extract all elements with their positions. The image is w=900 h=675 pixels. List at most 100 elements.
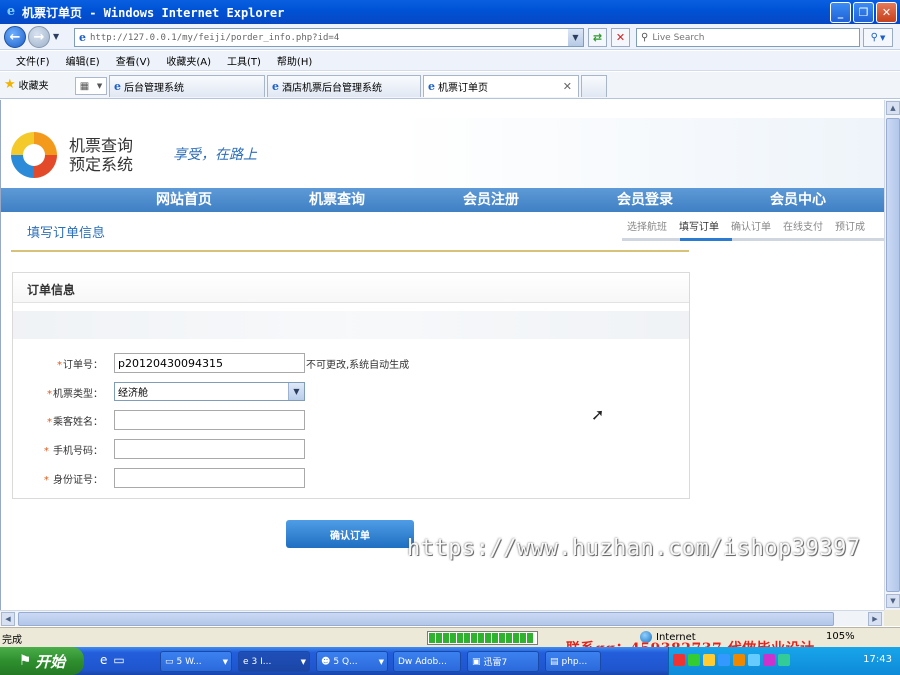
task-button[interactable]: ▤ php...: [545, 651, 601, 672]
tray-app-icon[interactable]: [718, 654, 730, 666]
scroll-corner: [884, 610, 900, 626]
task-button[interactable]: ☻ 5 Q... ▼: [316, 651, 388, 672]
scroll-right-icon[interactable]: ▶: [868, 612, 882, 626]
order-no-note: 不可更改,系统自动生成: [306, 360, 410, 371]
progress-bar: [427, 631, 538, 645]
tray-clock[interactable]: 17:43: [863, 654, 892, 665]
folder-quicklaunch-icon[interactable]: ▭: [113, 653, 124, 667]
address-bar[interactable]: e http://127.0.0.1/my/feiji/porder_info.…: [74, 28, 584, 47]
menu-view[interactable]: 查看(V): [116, 53, 151, 68]
horizontal-scroll-thumb[interactable]: [18, 612, 834, 626]
document-icon: ▤: [550, 656, 559, 667]
address-dropdown-icon[interactable]: ▼: [568, 29, 583, 46]
nav-flight-search[interactable]: 机票查询: [309, 188, 365, 212]
mouse-cursor-icon: ➚: [591, 405, 605, 424]
stop-button[interactable]: ✕: [611, 28, 630, 47]
nav-login[interactable]: 会员登录: [617, 188, 673, 212]
ie-page-icon: e: [272, 80, 279, 93]
ie-page-icon: e: [114, 80, 121, 93]
vertical-scroll-thumb[interactable]: [886, 118, 900, 592]
scroll-up-icon[interactable]: ▲: [886, 101, 900, 115]
task-button[interactable]: Dw Adob...: [393, 651, 461, 672]
qq-icon: ☻: [321, 656, 331, 667]
search-input[interactable]: [652, 32, 843, 43]
step-select-flight: 选择航班: [627, 222, 667, 233]
phone-field[interactable]: [114, 439, 305, 459]
favorites-label: 收藏夹: [18, 81, 49, 92]
logo-line-1: 机票查询: [69, 136, 134, 155]
url-text[interactable]: http://127.0.0.1/my/feiji/porder_info.ph…: [90, 33, 339, 43]
task-button[interactable]: e3 I... ▼: [238, 651, 310, 672]
ticket-type-row: *机票类型： 经济舱 ▼: [13, 382, 689, 402]
menu-favorites[interactable]: 收藏夹(A): [166, 53, 211, 68]
scroll-down-icon[interactable]: ▼: [886, 594, 900, 608]
tab-order-page[interactable]: e 机票订单页 ✕: [423, 75, 579, 97]
nav-home[interactable]: 网站首页: [156, 188, 212, 212]
phone-label: * 手机号码：: [43, 446, 103, 457]
tab-bar: ★ 收藏夹 ▦ ▼ e 后台管理系统 e 酒店机票后台管理系统 e 机票订单页 ✕: [0, 72, 900, 99]
back-button[interactable]: ←: [4, 26, 26, 48]
tab-admin[interactable]: e 后台管理系统: [109, 75, 265, 97]
favorites-button[interactable]: ★ 收藏夹: [4, 77, 49, 92]
menu-edit[interactable]: 编辑(E): [66, 53, 100, 68]
tray-app-icon[interactable]: [763, 654, 775, 666]
history-dropdown-icon[interactable]: ▼: [53, 32, 59, 41]
new-tab-button[interactable]: [581, 75, 607, 97]
tray-app-icon[interactable]: [733, 654, 745, 666]
chevron-down-icon[interactable]: ▼: [288, 383, 304, 400]
dreamweaver-icon: Dw: [398, 656, 413, 667]
step-fill-order: 填写订单: [679, 222, 719, 233]
tab-close-icon[interactable]: ✕: [563, 80, 572, 93]
nav-member-center[interactable]: 会员中心: [770, 188, 826, 212]
task-button[interactable]: ▣ 迅雷7: [467, 651, 539, 672]
page-title: 填写订单信息: [27, 226, 106, 241]
quick-tabs-button[interactable]: ▦ ▼: [75, 77, 107, 95]
zoom-level[interactable]: 105%: [826, 631, 855, 642]
order-no-field[interactable]: [114, 353, 305, 373]
menu-tools[interactable]: 工具(T): [227, 53, 261, 68]
start-button[interactable]: ⚑ 开始: [0, 647, 84, 675]
tray-app-icon[interactable]: [748, 654, 760, 666]
forward-button[interactable]: →: [28, 26, 50, 48]
menu-file[interactable]: 文件(F): [16, 53, 50, 68]
star-icon: ★: [4, 77, 16, 92]
tray-app-icon[interactable]: [688, 654, 700, 666]
step-confirm-order: 确认订单: [731, 222, 771, 233]
search-box[interactable]: ⚲: [636, 28, 860, 47]
order-no-row: *订单号： 不可更改,系统自动生成: [13, 353, 689, 373]
tray-app-icon[interactable]: [778, 654, 790, 666]
id-number-field[interactable]: [114, 468, 305, 488]
tray-app-icon[interactable]: [703, 654, 715, 666]
refresh-button[interactable]: ⇄: [588, 28, 607, 47]
maximize-button[interactable]: ❐: [853, 2, 874, 23]
confirm-order-button[interactable]: 确认订单: [286, 520, 414, 548]
close-button[interactable]: ✕: [876, 2, 897, 23]
tab-label: 后台管理系统: [124, 83, 184, 94]
minimize-button[interactable]: _: [830, 2, 851, 23]
site-logo-text: 机票查询 预定系统: [69, 136, 133, 174]
horizontal-scrollbar[interactable]: ◀ ▶: [0, 610, 884, 626]
passenger-name-field[interactable]: [114, 410, 305, 430]
window-titlebar[interactable]: e 机票订单页 - Windows Internet Explorer _ ❐ …: [0, 0, 900, 24]
ticket-type-select[interactable]: 经济舱 ▼: [114, 382, 305, 401]
steps-progress-line: [622, 238, 884, 241]
tab-hotel-admin[interactable]: e 酒店机票后台管理系统: [267, 75, 421, 97]
windows-taskbar: ⚑ 开始 e ▭ ▭ 5 W... ▼ e3 I... ▼ ☻ 5 Q... ▼ Dw Ad…: [0, 647, 900, 675]
arrow-right-icon: →: [33, 29, 45, 45]
task-button[interactable]: ▭ 5 W... ▼: [160, 651, 232, 672]
passenger-name-label: *乘客姓名：: [47, 417, 103, 428]
steps-progress-active: [680, 238, 732, 241]
vertical-scrollbar[interactable]: ▲ ▼: [884, 100, 900, 610]
watermark: https://www.huzhan.com/ishop39397: [407, 536, 861, 561]
menu-bar: 文件(F) 编辑(E) 查看(V) 收藏夹(A) 工具(T) 帮助(H): [0, 51, 900, 71]
page-viewport: 机票查询 预定系统 享受，在路上 网站首页 机票查询 会员注册 会员登录 会员中…: [0, 100, 884, 610]
search-button[interactable]: ⚲ ▼: [863, 28, 893, 47]
stop-icon: ✕: [615, 31, 626, 44]
menu-help[interactable]: 帮助(H): [277, 53, 312, 68]
panel-decor-band: [13, 311, 689, 339]
tray-app-icon[interactable]: [673, 654, 685, 666]
ie-quicklaunch-icon[interactable]: e: [100, 653, 107, 667]
nav-register[interactable]: 会员注册: [463, 188, 519, 212]
window-title: 机票订单页 - Windows Internet Explorer: [22, 5, 285, 20]
scroll-left-icon[interactable]: ◀: [1, 612, 15, 626]
